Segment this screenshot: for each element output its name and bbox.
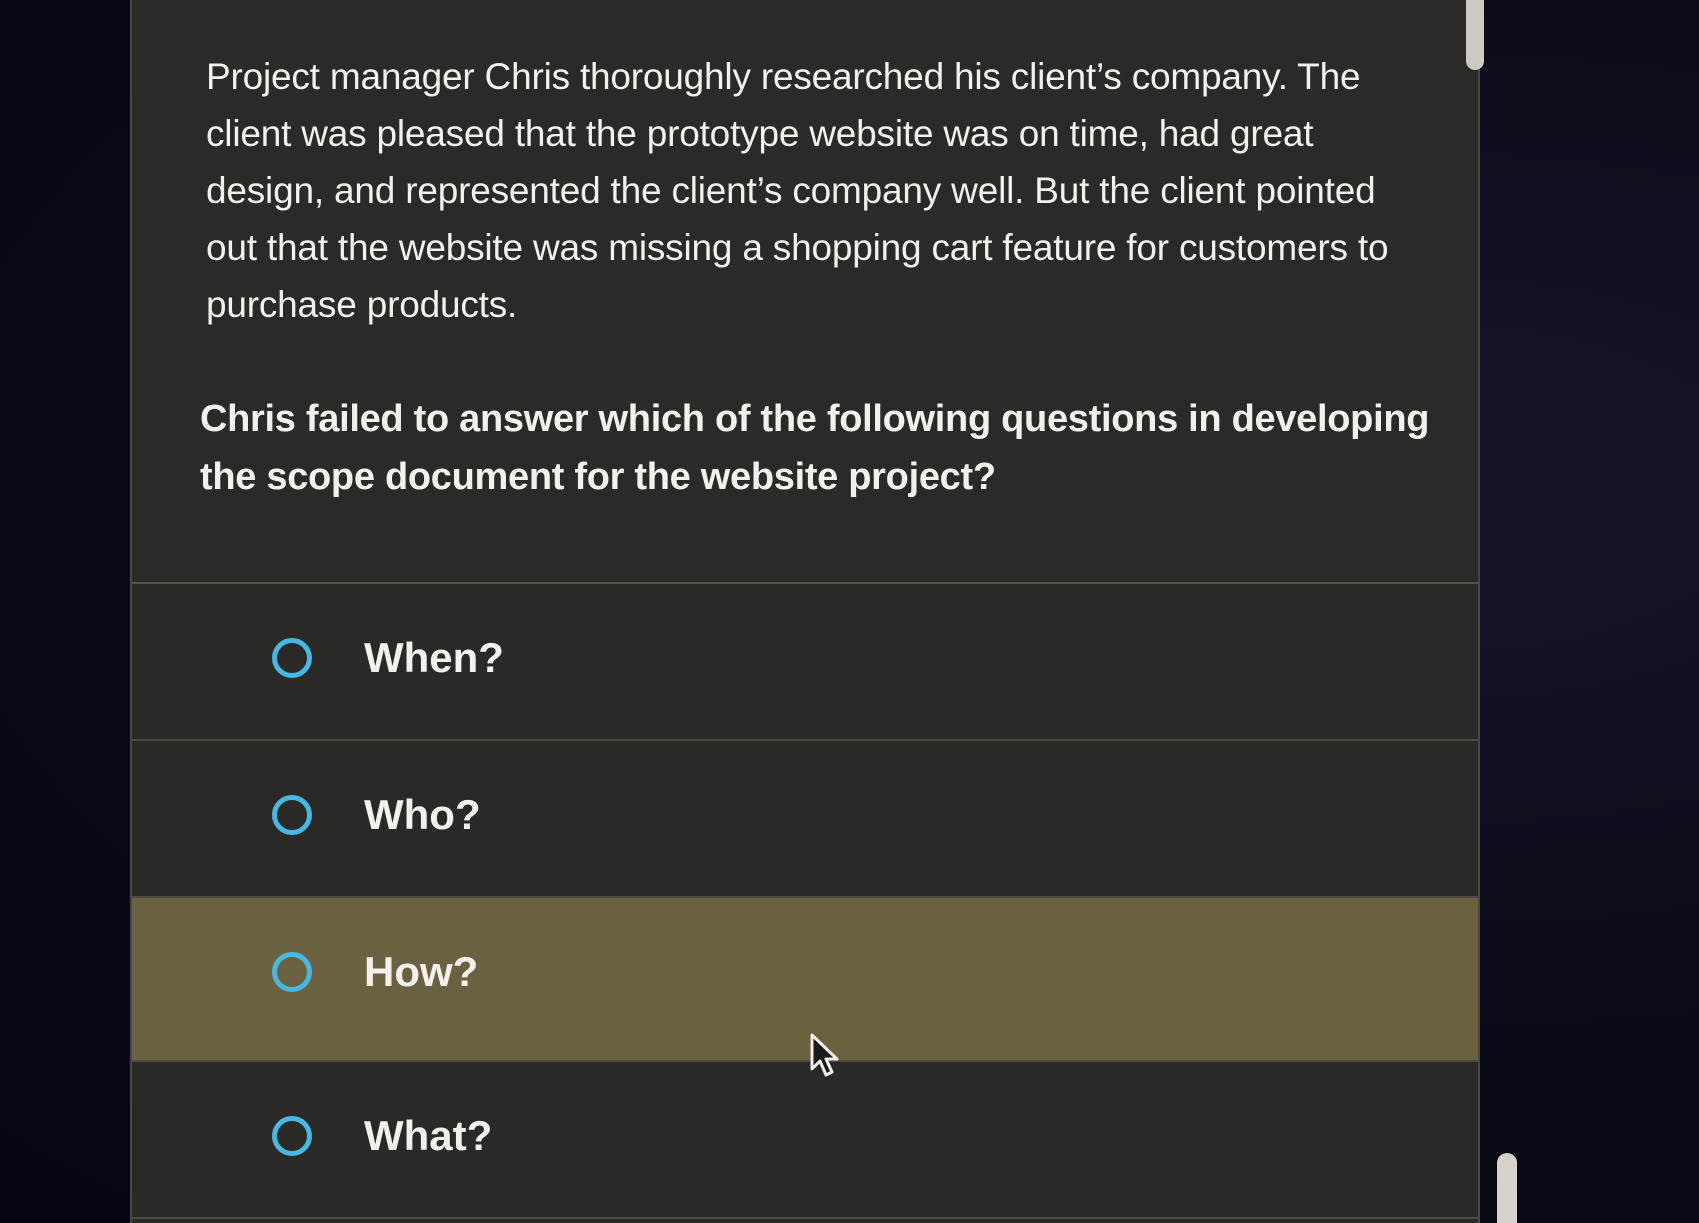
mouse-pointer-icon: [810, 1033, 839, 1077]
radio-button-icon[interactable]: [272, 952, 312, 992]
question-passage: Project manager Chris thoroughly researc…: [206, 56, 1389, 325]
scrollbar-thumb-top[interactable]: [1466, 0, 1484, 70]
radio-button-icon[interactable]: [272, 1116, 312, 1156]
quiz-panel: Project manager Chris thoroughly researc…: [130, 0, 1480, 1223]
answer-options: When? Who? How? What?: [132, 584, 1478, 1219]
question-prompt: Chris failed to answer which of the foll…: [200, 398, 1430, 498]
radio-button-icon[interactable]: [272, 638, 312, 678]
answer-option-when[interactable]: When?: [132, 584, 1478, 741]
answer-option-label: Who?: [364, 791, 481, 838]
scrollbar-thumb-bottom[interactable]: [1497, 1153, 1517, 1223]
answer-option-label: When?: [364, 634, 504, 681]
question-area: Project manager Chris thoroughly researc…: [132, 0, 1478, 584]
answer-option-label: How?: [364, 948, 479, 995]
answer-option-what[interactable]: What?: [132, 1062, 1478, 1219]
answer-option-label: What?: [364, 1112, 493, 1159]
answer-option-who[interactable]: Who?: [132, 741, 1478, 898]
radio-button-icon[interactable]: [272, 795, 312, 835]
answer-option-how[interactable]: How?: [132, 898, 1478, 1062]
